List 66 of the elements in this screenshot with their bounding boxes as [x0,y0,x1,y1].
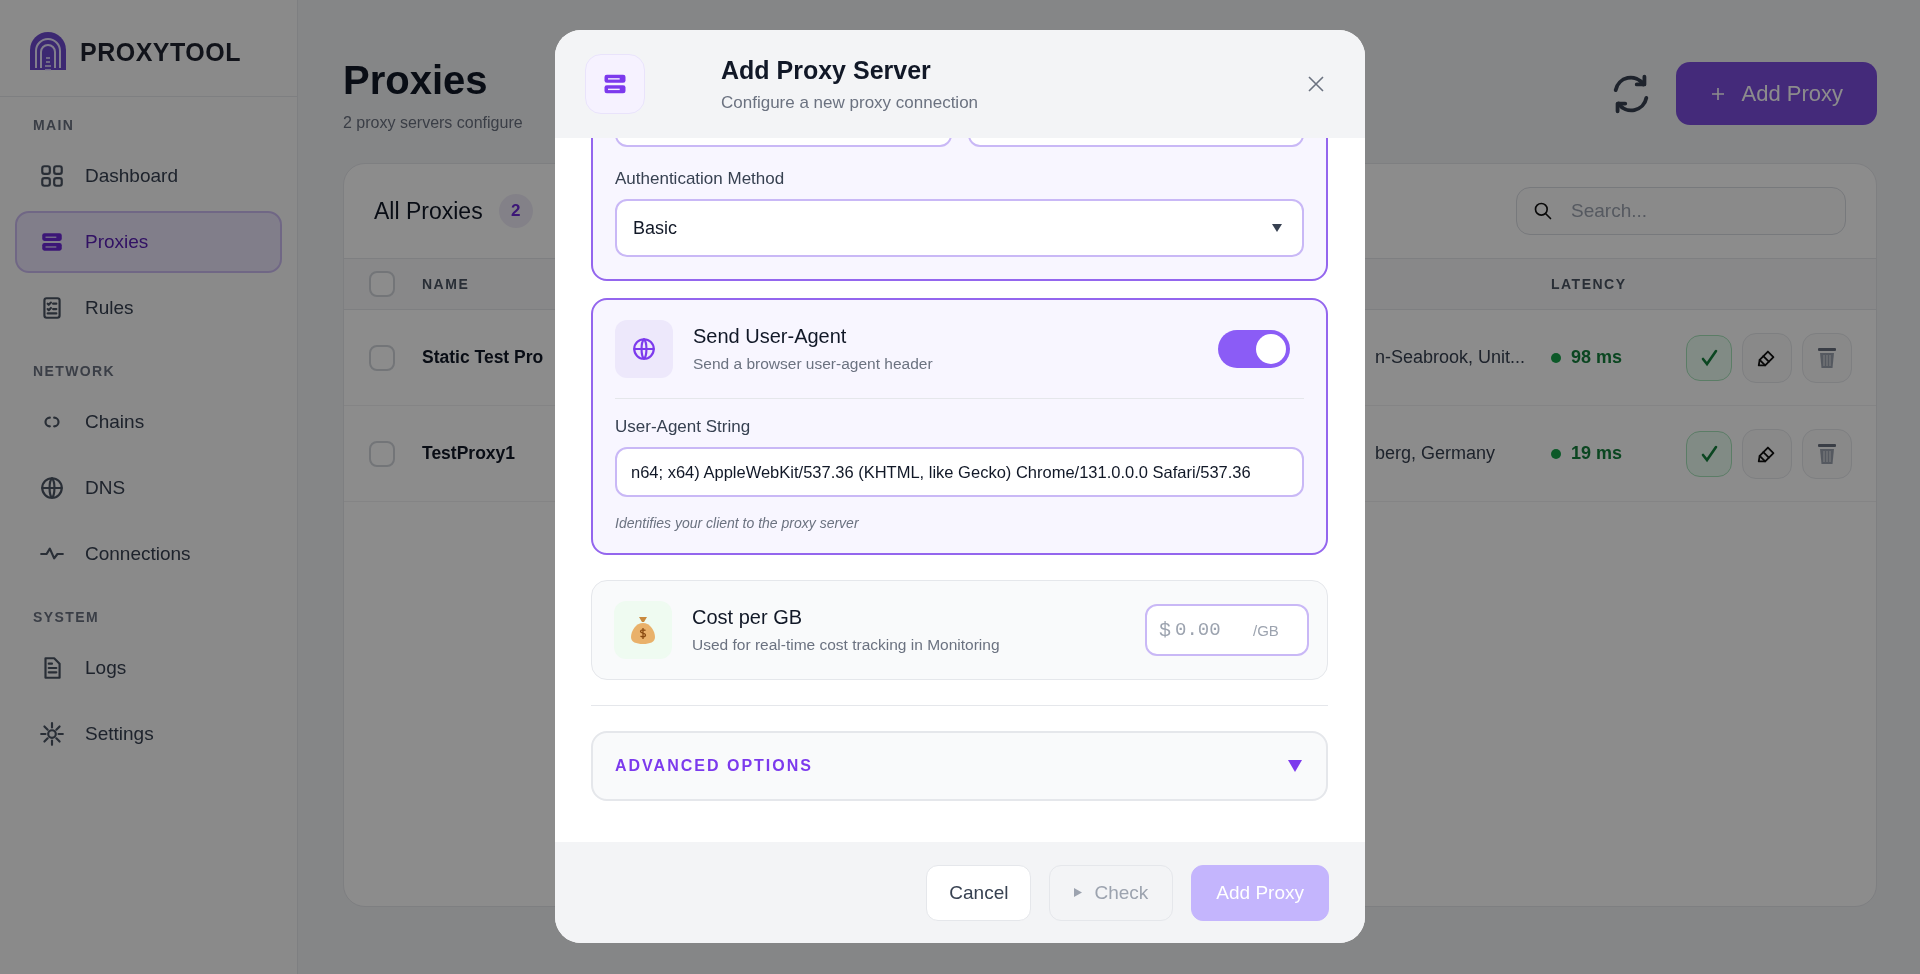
search-icon [1533,201,1553,221]
card-title: All Proxies [374,197,483,225]
sidebar-item[interactable]: DNS [15,457,282,519]
location-cell-text: n-Seabrook, Unit... [1375,347,1527,368]
user-agent-input[interactable]: n64; x64) AppleWebKit/537.36 (KHTML, like Gecko) Chrome/131.0.0.0 Safari/537.36 [615,447,1304,497]
count-badge: 2 [498,194,533,228]
row-checkbox[interactable] [369,440,395,467]
cost-input[interactable]: $ 0.00 /GB [1145,604,1309,656]
latency-value: 19 ms [1571,443,1623,464]
sidebar-item[interactable]: Chains [15,391,282,453]
checkmark-icon [1699,443,1719,464]
proxy-name: TestProxy1 [422,443,517,464]
globe-icon [631,336,657,362]
sidebar-item[interactable]: Settings [15,703,282,765]
test-button[interactable] [1686,430,1732,477]
section-label: SYSTEM [32,608,100,627]
latency-value: 98 ms [1571,347,1623,368]
modal-subtitle: Configure a new proxy connection [721,92,980,113]
trash-icon [1816,345,1838,370]
edit-button[interactable] [1742,428,1792,479]
advanced-options-toggle[interactable]: ADVANCED OPTIONS [591,731,1328,801]
field-label: Authentication Method [615,169,786,189]
delete-button[interactable] [1802,332,1852,383]
status-dot-icon [1551,352,1561,363]
settings-icon [39,721,65,747]
checkbox[interactable] [369,271,395,297]
play-icon [1074,888,1083,897]
proxy-name: Static Test Pro [422,347,545,368]
close-icon [1307,75,1325,93]
add-proxy-button[interactable]: Add Proxy [1675,62,1877,125]
section-label: MAIN [32,116,76,135]
column-header: LATENCY [1551,276,1628,292]
column-header: NAME [422,276,471,292]
page-title: Proxies [343,57,489,104]
location-cell-text: berg, Germany [1375,443,1497,464]
help-text: Identifies your client to the proxy server [615,515,860,531]
delete-button[interactable] [1802,428,1852,479]
caret-icon [1288,760,1302,772]
sidebar-item[interactable]: Rules [15,277,282,339]
modal-title: Add Proxy Server [721,55,932,85]
toggle-switch[interactable] [1218,330,1290,368]
caret-icon [1272,224,1282,232]
cancel-button[interactable]: Cancel [926,864,1032,921]
app-logo-text: PROXYTOOL [80,37,241,67]
sidebar-item[interactable]: Logs [15,637,282,699]
sidebar-item[interactable]: Dashboard [15,145,282,207]
option-description: Used for real-time cost tracking in Monitoring [692,636,1001,654]
sidebar-item[interactable]: Proxies [15,211,282,273]
edit-button[interactable] [1742,332,1792,383]
globe-icon [39,475,65,501]
test-button[interactable] [1686,334,1732,381]
sidebar-item[interactable]: Connections [15,523,282,585]
trash-icon [1816,441,1838,466]
option-title: Send User-Agent [693,325,848,348]
option-description: Send a browser user-agent header [693,355,934,373]
status-dot-icon [1551,448,1561,459]
grid-icon [39,163,65,189]
money-bag-icon [629,615,657,645]
auth-method-select[interactable]: Basic [615,199,1304,257]
plus-icon [1709,85,1726,102]
checkmark-icon [1699,347,1719,368]
page-subtitle: 2 proxy servers configure [343,114,523,132]
field-label: User-Agent String [615,417,752,437]
row-checkbox[interactable] [369,344,395,371]
section-label: NETWORK [32,362,117,381]
option-title: Cost per GB [692,606,804,629]
